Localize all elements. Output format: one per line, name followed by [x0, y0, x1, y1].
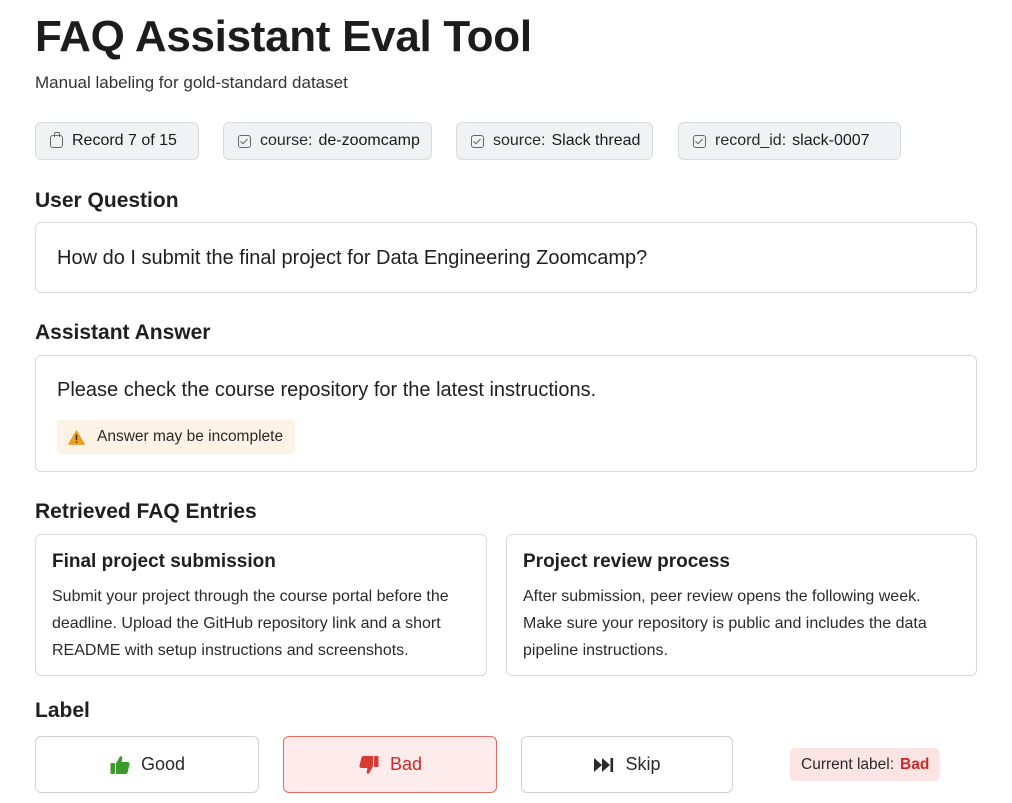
faq-entry-title: Project review process [523, 551, 730, 572]
incomplete-warning-badge: Answer may be incomplete [57, 420, 296, 454]
page-title: FAQ Assistant Eval Tool [35, 12, 532, 61]
skip-button-label: Skip [625, 754, 661, 774]
assistant-answer-box: Please check the course repository for t… [35, 355, 977, 472]
checkbox-icon [693, 134, 706, 148]
faq-entry-body: Submit your project through the course p… [52, 588, 449, 659]
user-question-box: How do I submit the final project for Da… [35, 222, 977, 293]
faq-entry-card: Final project submission Submit your pro… [35, 534, 487, 676]
source-value: Slack thread [551, 132, 641, 149]
skip-forward-icon [593, 757, 615, 773]
faq-entry-card: Project review process After submission,… [506, 534, 977, 676]
record-counter-text: Record 7 of 15 [72, 132, 177, 149]
warning-icon [68, 429, 85, 445]
checkbox-icon [238, 134, 251, 148]
record-id-key: record_id: [715, 132, 787, 149]
checkbox-icon [471, 134, 484, 148]
clipboard-icon [50, 131, 63, 148]
source-chip: source: Slack thread [456, 122, 653, 160]
page-subtitle: Manual labeling for gold-standard datase… [35, 73, 348, 92]
skip-button[interactable]: Skip [521, 736, 733, 793]
source-key: source: [493, 132, 546, 149]
current-label-prefix: Current label: [801, 755, 895, 773]
user-question-heading: User Question [35, 189, 179, 212]
user-question-text: How do I submit the final project for Da… [57, 247, 648, 269]
faq-entry-title: Final project submission [52, 551, 276, 572]
thumbs-up-icon [109, 754, 131, 776]
assistant-answer-heading: Assistant Answer [35, 321, 211, 344]
record-id-chip: record_id: slack-0007 [678, 122, 901, 160]
current-label-value: Bad [900, 755, 930, 773]
record-id-value: slack-0007 [792, 132, 870, 149]
label-heading: Label [35, 699, 90, 722]
warning-text: Answer may be incomplete [97, 428, 284, 445]
record-counter-chip: Record 7 of 15 [35, 122, 199, 160]
retrieved-faq-heading: Retrieved FAQ Entries [35, 500, 257, 523]
bad-button[interactable]: Bad [283, 736, 497, 793]
current-label-badge: Current label: Bad [790, 748, 941, 781]
good-button-label: Good [140, 754, 186, 774]
bad-button-label: Bad [389, 754, 423, 774]
good-button[interactable]: Good [35, 736, 259, 793]
faq-entry-body: After submission, peer review opens the … [523, 588, 927, 659]
course-chip: course: de-zoomcamp [223, 122, 432, 160]
course-value: de-zoomcamp [318, 132, 420, 149]
assistant-answer-text: Please check the course repository for t… [57, 379, 597, 401]
thumbs-down-icon [358, 754, 380, 776]
course-key: course: [260, 132, 313, 149]
